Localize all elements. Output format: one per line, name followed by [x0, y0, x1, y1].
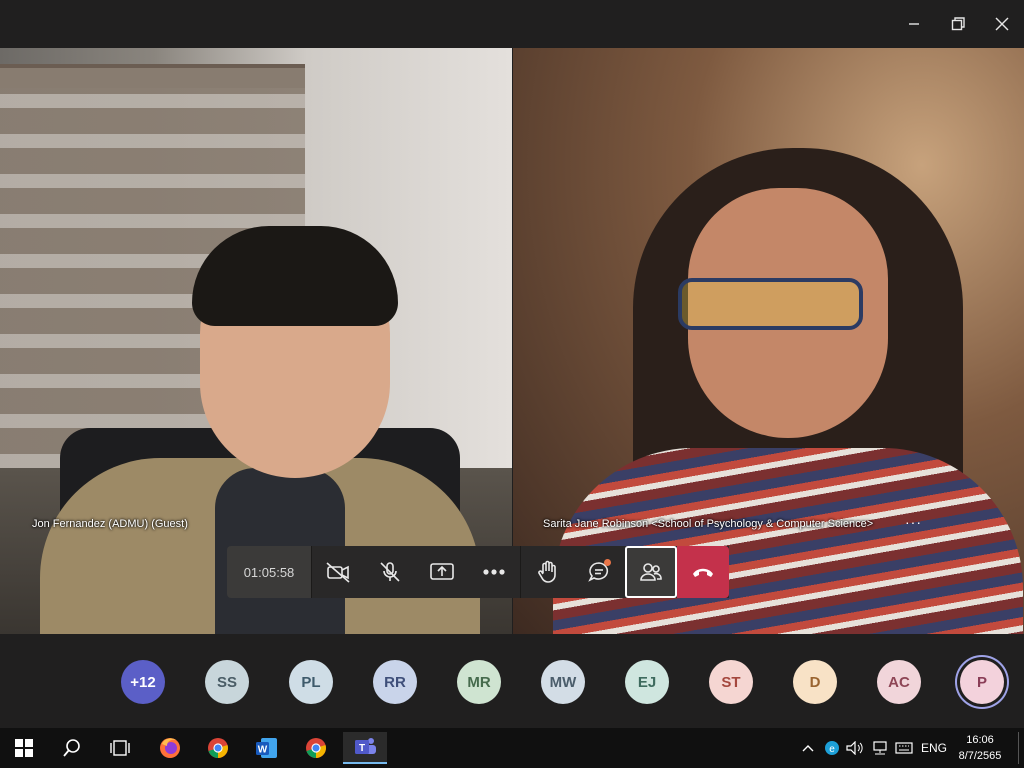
participant-hair [192, 226, 398, 326]
edge-tray-icon[interactable]: e [822, 732, 842, 764]
avatar[interactable]: MW [541, 660, 585, 704]
more-icon[interactable] [468, 546, 520, 598]
clock[interactable]: 16:06 8/7/2565 [952, 732, 1008, 764]
participants-icon[interactable] [625, 546, 677, 598]
avatar[interactable]: ST [709, 660, 753, 704]
title-bar [0, 0, 1024, 48]
restore-icon[interactable] [944, 10, 972, 38]
svg-text:T: T [359, 743, 365, 754]
keyboard-icon[interactable] [894, 732, 914, 764]
volume-icon[interactable] [845, 732, 865, 764]
avatar[interactable]: SS [205, 660, 249, 704]
svg-text:W: W [258, 745, 268, 756]
participant-glasses [678, 278, 863, 330]
camera-off-icon[interactable] [312, 546, 364, 598]
call-controls-group-2 [521, 546, 729, 598]
firefox-icon[interactable] [148, 732, 192, 764]
participant-sweater [553, 448, 1023, 634]
avatar[interactable]: PL [289, 660, 333, 704]
participant-name-label: Jon Fernandez (ADMU) (Guest) [32, 518, 188, 530]
avatar[interactable]: RR [373, 660, 417, 704]
more-participants-avatar[interactable]: +12 [121, 660, 165, 704]
word-icon[interactable]: W [245, 732, 289, 764]
close-icon[interactable] [988, 10, 1016, 38]
windows-taskbar: W T e ENG 16:06 8/7/2565 [0, 728, 1024, 768]
language-indicator[interactable]: ENG [921, 741, 947, 755]
network-icon[interactable] [870, 732, 890, 764]
show-hidden-icons-icon[interactable] [798, 732, 818, 764]
show-desktop-button[interactable] [1018, 732, 1019, 764]
task-view-icon[interactable] [98, 732, 142, 764]
windows-start-icon[interactable] [2, 732, 46, 764]
mic-off-icon[interactable] [364, 546, 416, 598]
participant-avatar-row: +12 SS PL RR MR MW EJ ST D AC P [0, 634, 1024, 728]
participant-more-options-icon[interactable]: ··· [905, 514, 922, 530]
avatar[interactable]: D [793, 660, 837, 704]
call-controls-group [312, 546, 520, 598]
chat-icon[interactable] [573, 546, 625, 598]
share-screen-icon[interactable] [416, 546, 468, 598]
search-icon[interactable] [50, 732, 94, 764]
avatar[interactable]: AC [877, 660, 921, 704]
svg-text:e: e [829, 744, 835, 755]
minimize-icon[interactable] [900, 10, 928, 38]
avatar[interactable]: EJ [625, 660, 669, 704]
participant-name-label: Sarita Jane Robinson <School of Psycholo… [543, 518, 874, 530]
teams-icon[interactable]: T [343, 732, 387, 764]
self-avatar[interactable]: P [960, 660, 1004, 704]
clock-time: 16:06 [966, 734, 994, 746]
raise-hand-icon[interactable] [521, 546, 573, 598]
chat-notification-badge [604, 559, 611, 566]
avatar[interactable]: MR [457, 660, 501, 704]
clock-date: 8/7/2565 [958, 750, 1002, 762]
hang-up-icon[interactable] [677, 546, 729, 598]
call-controls-bar: 01:05:58 [227, 546, 729, 598]
chrome-icon[interactable] [294, 732, 338, 764]
chrome-icon[interactable] [196, 732, 240, 764]
call-duration: 01:05:58 [227, 546, 311, 598]
